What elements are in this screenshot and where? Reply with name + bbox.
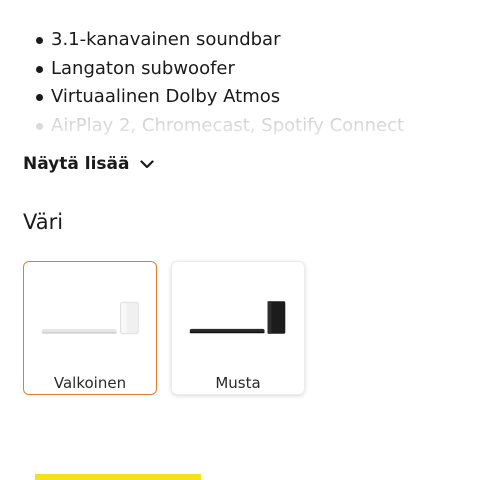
feature-list: 3.1-kanavainen soundbar Langaton subwoof… (24, 26, 404, 140)
product-details-panel: 3.1-kanavainen soundbar Langaton subwoof… (0, 0, 480, 480)
black-soundbar-image (189, 301, 286, 334)
color-section-title: Väri (23, 210, 64, 234)
chevron-down-icon (139, 159, 154, 169)
show-more-label: Näytä lisää (23, 154, 130, 174)
white-soundbar-image (41, 301, 139, 335)
show-more-button[interactable]: Näytä lisää (23, 151, 154, 177)
color-option-black-label: Musta (215, 374, 261, 392)
color-option-white[interactable]: Valkoinen (23, 261, 157, 395)
feature-item-dolby-atmos: Virtuaalinen Dolby Atmos (24, 83, 404, 112)
color-option-white-label: Valkoinen (53, 374, 127, 392)
accent-bar (35, 474, 201, 480)
feature-item-channels: 3.1-kanavainen soundbar (24, 26, 404, 55)
color-option-black[interactable]: Musta (171, 261, 305, 395)
feature-item-subwoofer: Langaton subwoofer (24, 55, 404, 84)
feature-item-streaming: AirPlay 2, Chromecast, Spotify Connect (24, 112, 404, 141)
